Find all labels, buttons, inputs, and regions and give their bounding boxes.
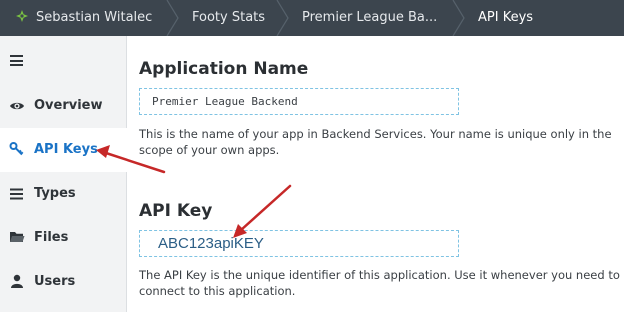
sidebar-item-label: Types: [34, 186, 76, 201]
sidebar-item-types[interactable]: Types: [0, 172, 127, 216]
application-name-heading: Application Name: [139, 59, 309, 79]
sidebar-item-label: Users: [34, 274, 76, 289]
breadcrumb-project[interactable]: Premier League Ba...: [302, 0, 438, 36]
user-icon: [9, 273, 25, 289]
breadcrumb-separator-icon: [274, 0, 292, 36]
breadcrumb-app[interactable]: Footy Stats: [192, 0, 272, 36]
api-key-heading: API Key: [139, 201, 213, 221]
api-key-field[interactable]: ABC123apiKEY: [139, 230, 459, 257]
sidebar-item-overview[interactable]: Overview: [0, 84, 127, 128]
application-name-field[interactable]: Premier League Backend: [139, 88, 459, 115]
api-key-help-text: The API Key is the unique identifier of …: [139, 268, 620, 298]
breadcrumb-separator-icon: [164, 0, 182, 36]
sidebar-item-users[interactable]: Users: [0, 260, 127, 304]
logo-icon: [16, 10, 28, 22]
sidebar: Overview API Keys Types Files Users: [0, 36, 127, 312]
hamburger-icon[interactable]: [10, 55, 23, 66]
sidebar-item-label: API Keys: [34, 142, 98, 157]
key-icon: [9, 141, 25, 157]
application-name-help-text: This is the name of your app in Backend …: [139, 127, 612, 157]
folder-icon: [9, 229, 25, 245]
list-icon: [9, 186, 25, 202]
sidebar-item-api-keys[interactable]: API Keys: [0, 128, 127, 172]
sidebar-item-label: Files: [34, 230, 69, 245]
breadcrumb-separator-icon: [450, 0, 468, 36]
eye-icon: [9, 98, 25, 114]
breadcrumb-bar: Sebastian Witalec Footy Stats Premier Le…: [0, 0, 624, 36]
breadcrumb-account-label: Sebastian Witalec: [36, 10, 153, 25]
main-content: Application Name Premier League Backend …: [128, 36, 624, 312]
sidebar-item-label: Overview: [34, 98, 103, 113]
sidebar-item-files[interactable]: Files: [0, 216, 127, 260]
breadcrumb-account[interactable]: Sebastian Witalec: [16, 0, 164, 36]
breadcrumb-current-page: API Keys: [478, 10, 534, 25]
